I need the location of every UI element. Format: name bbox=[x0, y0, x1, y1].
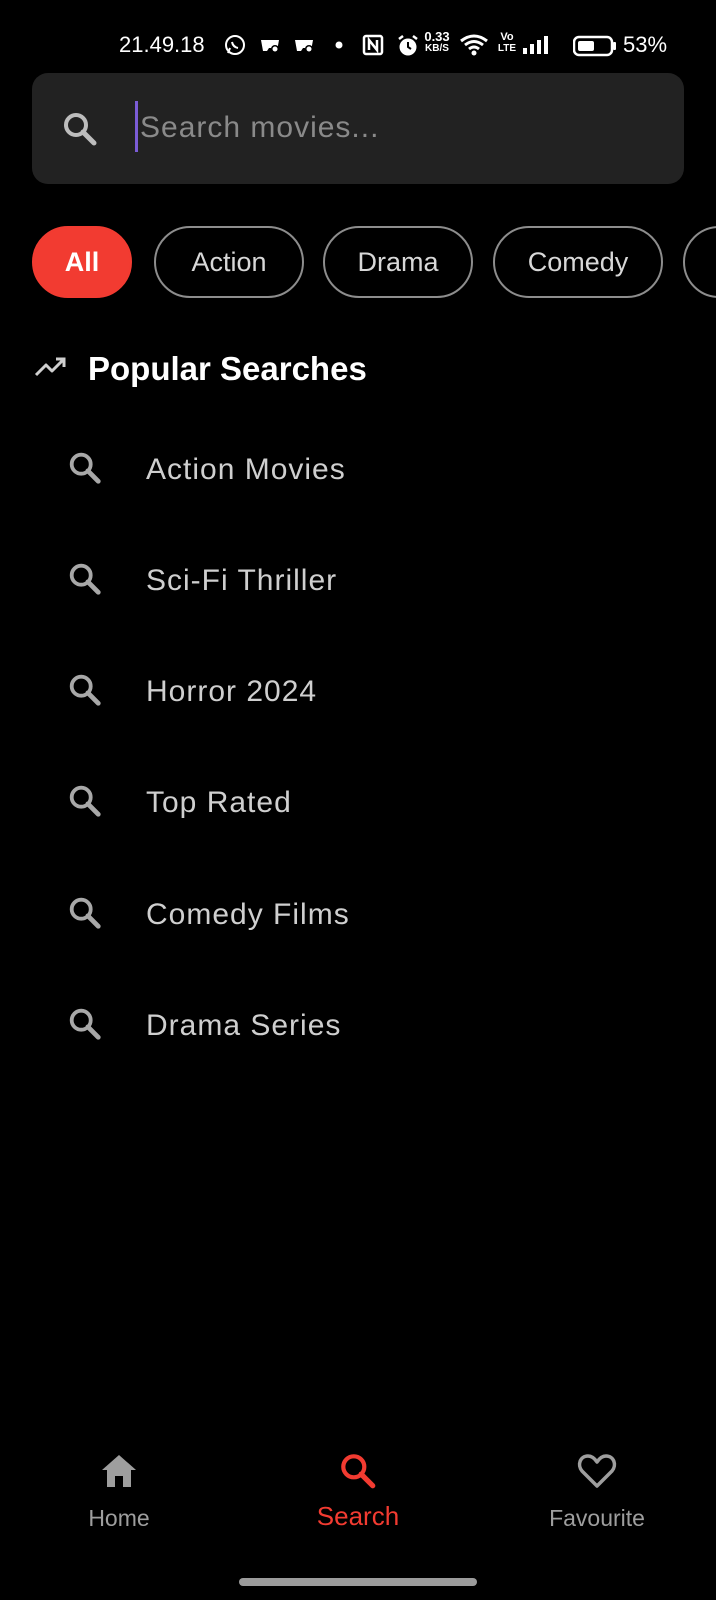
volte-label: Vo bbox=[500, 31, 514, 43]
chip-comedy[interactable]: Comedy bbox=[493, 226, 663, 298]
section-title: Popular Searches bbox=[88, 350, 367, 387]
game-controller-icon bbox=[258, 34, 282, 61]
chip-label: Drama bbox=[357, 246, 439, 277]
trending-icon bbox=[34, 355, 68, 384]
status-time: 21.49.18 bbox=[119, 32, 205, 57]
popular-search-item[interactable]: Action Movies bbox=[66, 438, 346, 502]
popular-search-label: Comedy Films bbox=[146, 898, 350, 931]
dot-icon bbox=[334, 34, 344, 61]
chip-action[interactable]: Action bbox=[154, 226, 304, 298]
search-icon bbox=[66, 671, 104, 714]
nav-label: Search bbox=[316, 1501, 400, 1531]
popular-search-label: Drama Series bbox=[146, 1009, 342, 1042]
search-icon bbox=[66, 1005, 104, 1048]
popular-search-label: Horror 2024 bbox=[146, 675, 318, 708]
volte-indicator: Vo LTE bbox=[496, 31, 518, 55]
popular-search-item[interactable]: Horror 2024 bbox=[66, 660, 317, 724]
popular-search-label: Action Movies bbox=[146, 453, 346, 486]
battery-icon bbox=[572, 35, 617, 62]
nav-search[interactable]: Search bbox=[258, 1450, 458, 1532]
home-indicator[interactable] bbox=[239, 1578, 477, 1586]
search-icon bbox=[66, 449, 104, 492]
nav-label: Favourite bbox=[549, 1505, 645, 1531]
popular-search-item[interactable]: Sci-Fi Thriller bbox=[66, 549, 337, 613]
popular-search-item[interactable]: Comedy Films bbox=[66, 883, 350, 947]
home-icon bbox=[98, 1450, 140, 1497]
bottom-navigation: Home Search Favourite bbox=[0, 1450, 716, 1560]
search-icon bbox=[337, 1450, 379, 1497]
search-icon bbox=[66, 560, 104, 603]
popular-searches-header: Popular Searches bbox=[34, 347, 367, 391]
nav-favourite[interactable]: Favourite bbox=[497, 1450, 697, 1532]
whatsapp-icon bbox=[224, 34, 246, 61]
network-speed-unit: KB/S bbox=[425, 43, 449, 54]
popular-search-label: Sci-Fi Thriller bbox=[146, 564, 338, 597]
popular-search-item[interactable]: Drama Series bbox=[66, 994, 341, 1058]
network-speed-value: 0.33 bbox=[424, 29, 450, 44]
lte-label: LTE bbox=[497, 43, 517, 54]
battery-percent: 53% bbox=[623, 32, 668, 57]
network-speed: 0.33 KB/S bbox=[420, 29, 454, 55]
genre-filter-chips: All Action Drama Comedy bbox=[32, 226, 716, 302]
search-icon bbox=[66, 894, 104, 937]
popular-search-item[interactable]: Top Rated bbox=[66, 771, 292, 835]
nav-label: Home bbox=[88, 1505, 150, 1531]
signal-icon bbox=[522, 34, 548, 61]
chip-label: Comedy bbox=[527, 246, 629, 277]
alarm-icon bbox=[396, 34, 420, 63]
status-bar: 21.49.18 0.33 KB/S Vo LTE 53% bbox=[0, 0, 716, 64]
chip-label: Action bbox=[191, 246, 267, 277]
heart-icon bbox=[576, 1450, 618, 1497]
search-icon bbox=[66, 782, 104, 825]
search-icon bbox=[60, 109, 100, 154]
wifi-icon bbox=[459, 33, 489, 62]
nfc-icon bbox=[362, 34, 384, 61]
nav-home[interactable]: Home bbox=[19, 1450, 219, 1532]
game-controller-icon bbox=[292, 34, 316, 61]
chip-all[interactable]: All bbox=[32, 226, 132, 298]
popular-search-label: Top Rated bbox=[146, 786, 292, 819]
chip-label: All bbox=[64, 246, 100, 277]
chip-more[interactable] bbox=[683, 226, 716, 298]
chip-drama[interactable]: Drama bbox=[323, 226, 473, 298]
search-input[interactable] bbox=[138, 103, 642, 153]
